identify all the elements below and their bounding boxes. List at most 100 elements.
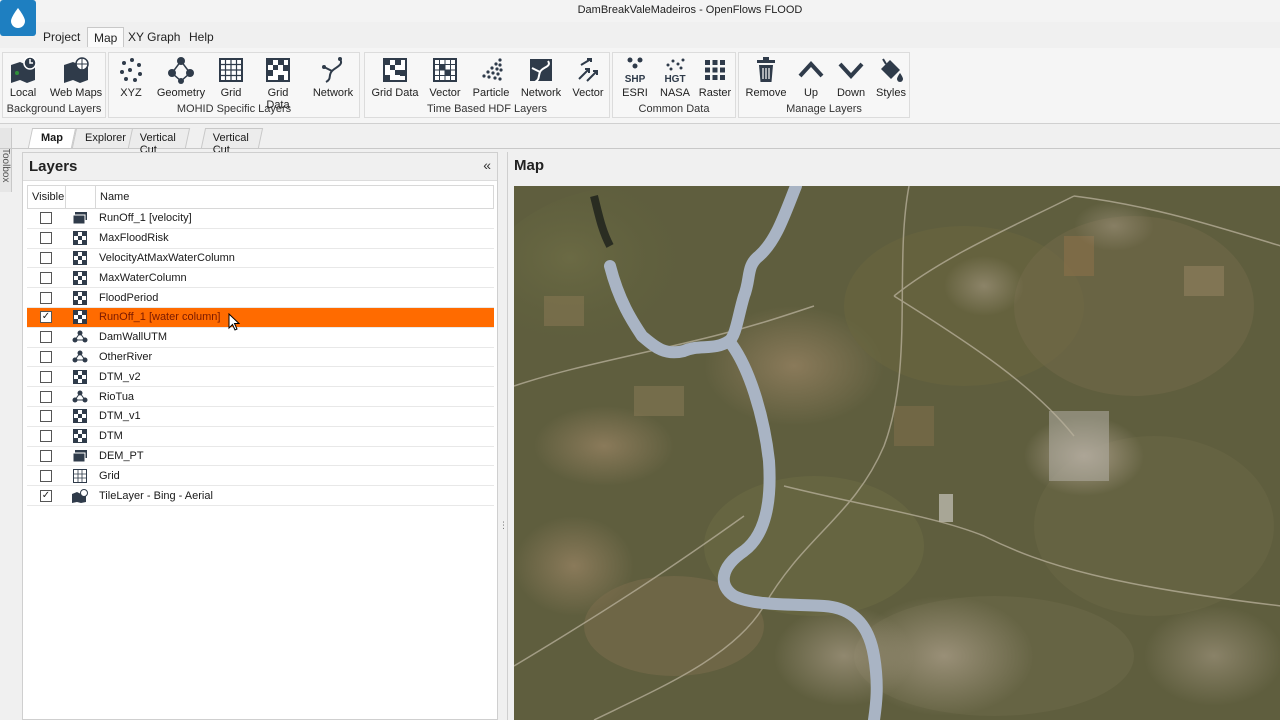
visibility-cell (27, 430, 65, 443)
down-button[interactable]: Down (833, 55, 869, 99)
grid-data-icon (65, 310, 95, 325)
app-logo-icon[interactable] (0, 0, 36, 36)
layer-row[interactable]: RioTua (27, 387, 494, 407)
grid-button[interactable]: Grid (213, 55, 249, 99)
tab-vertical-cut-1[interactable]: Vertical Cut (127, 128, 191, 156)
particle-icon (482, 58, 503, 81)
layer-name: OtherRiver (99, 350, 153, 363)
layer-row[interactable]: DamWallUTM (27, 328, 494, 348)
styles-button[interactable]: Styles (873, 55, 909, 99)
layer-row[interactable]: VelocityAtMaxWaterColumn (27, 249, 494, 269)
menu-map[interactable]: Map (87, 27, 125, 47)
panel-splitter[interactable]: ⋮ (499, 520, 508, 531)
up-button[interactable]: Up (793, 55, 829, 99)
tab-explorer-label: Explorer (85, 132, 126, 144)
visibility-cell (27, 291, 65, 304)
xyz-button[interactable]: XYZ (113, 55, 149, 99)
layer-row[interactable]: FloodPeriod (27, 288, 494, 308)
visibility-checkbox[interactable] (40, 232, 52, 245)
hdf-vector-button[interactable]: Vector (425, 55, 465, 99)
layer-row[interactable]: DTM (27, 427, 494, 447)
layer-row[interactable]: RunOff_1 [velocity] (27, 209, 494, 229)
particle-button[interactable]: Particle (469, 55, 513, 99)
menu-project[interactable]: Project (37, 27, 86, 47)
down-label: Down (836, 87, 866, 99)
map-canvas[interactable] (514, 186, 1280, 720)
visibility-checkbox[interactable]: ✓ (40, 311, 52, 324)
layer-row[interactable]: DEM_PT (27, 447, 494, 467)
layer-row[interactable]: MaxWaterColumn (27, 268, 494, 289)
visibility-checkbox[interactable] (40, 212, 52, 225)
raster-icon (705, 60, 725, 80)
visibility-checkbox[interactable] (40, 390, 52, 403)
raster-button[interactable]: Raster (697, 55, 733, 99)
chevron-up-icon (798, 61, 824, 78)
column-header-icon (66, 186, 96, 208)
styles-label: Styles (876, 87, 906, 99)
layer-name: DTM_v1 (99, 410, 141, 423)
aerial-map-image (514, 186, 1280, 720)
remove-button[interactable]: Remove (743, 55, 789, 99)
layer-row[interactable]: DTM_v1 (27, 407, 494, 427)
grid-data-icon (65, 270, 95, 285)
geometry-icon (65, 350, 95, 364)
layer-row[interactable]: ✓ RunOff_1 [water column] (27, 307, 494, 328)
visibility-cell (27, 469, 65, 482)
hdf-network-button[interactable]: Network (517, 55, 565, 99)
local-button[interactable]: Local (6, 55, 40, 99)
layer-name: DTM_v2 (99, 370, 141, 383)
esri-button[interactable]: SHP ESRI (617, 55, 653, 99)
visibility-checkbox[interactable] (40, 410, 52, 423)
geometry-button[interactable]: Geometry (155, 55, 207, 99)
ribbon-group-background-layers: Local Web Maps Background Layers (2, 52, 106, 118)
network-icon (322, 57, 342, 83)
ribbon-group-mohid-layers: XYZ Geometry Grid Grid Data Network MOHI… (108, 52, 360, 118)
toolbox-strip[interactable]: Toolbox (0, 128, 12, 192)
stack-layer-icon (65, 211, 95, 225)
collapse-panel-button[interactable]: « (483, 157, 491, 173)
visibility-checkbox[interactable] (40, 291, 52, 304)
local-map-icon (11, 56, 37, 83)
visibility-checkbox[interactable]: ✓ (40, 489, 52, 502)
vector-arrows-button[interactable]: Vector (569, 55, 607, 99)
layer-name: DamWallUTM (99, 331, 168, 344)
hdf-grid-data-button[interactable]: Grid Data (369, 55, 421, 99)
visibility-checkbox[interactable] (40, 449, 52, 462)
ribbon: Local Web Maps Background Layers XYZ Geo… (0, 48, 1280, 124)
layer-name: Grid (99, 469, 120, 482)
network-button[interactable]: Network (309, 55, 357, 99)
visibility-cell (27, 271, 65, 284)
menu-help[interactable]: Help (183, 27, 220, 47)
layer-row[interactable]: DTM_v2 (27, 367, 494, 388)
nasa-button[interactable]: HGT NASA (657, 55, 693, 99)
column-header-name[interactable]: Name (96, 186, 493, 208)
column-header-visible[interactable]: Visible (28, 186, 66, 208)
visibility-checkbox[interactable] (40, 331, 52, 344)
layer-row[interactable]: OtherRiver (27, 348, 494, 368)
visibility-checkbox[interactable] (40, 271, 52, 284)
layer-row[interactable]: MaxFloodRisk (27, 229, 494, 249)
visibility-checkbox[interactable] (40, 430, 52, 443)
layer-name: MaxFloodRisk (99, 232, 169, 245)
window-title: DamBreakValeMadeiros - OpenFlows FLOOD (577, 4, 803, 16)
layer-row[interactable]: ✓ TileLayer - Bing - Aerial (27, 486, 494, 506)
visibility-checkbox[interactable] (40, 370, 52, 383)
geometry-icon (65, 390, 95, 404)
menu-xy-graph[interactable]: XY Graph (122, 27, 186, 47)
layer-name: DTM (99, 430, 123, 443)
tab-map[interactable]: Map (27, 128, 77, 148)
visibility-checkbox[interactable] (40, 251, 52, 264)
raster-label: Raster (698, 87, 732, 99)
visibility-checkbox[interactable] (40, 469, 52, 482)
layer-name: VelocityAtMaxWaterColumn (99, 251, 235, 264)
layer-name: FloodPeriod (99, 291, 159, 304)
layer-row[interactable]: Grid (27, 466, 494, 487)
tab-vertical-cut-2[interactable]: Vertical Cut (200, 128, 264, 156)
local-label: Local (9, 87, 37, 99)
trash-icon (757, 57, 775, 82)
hgt-icon: HGT (664, 58, 686, 85)
visibility-checkbox[interactable] (40, 350, 52, 363)
grid-data-icon (266, 58, 290, 82)
shp-badge: SHP (625, 74, 646, 85)
web-maps-button[interactable]: Web Maps (48, 55, 104, 99)
